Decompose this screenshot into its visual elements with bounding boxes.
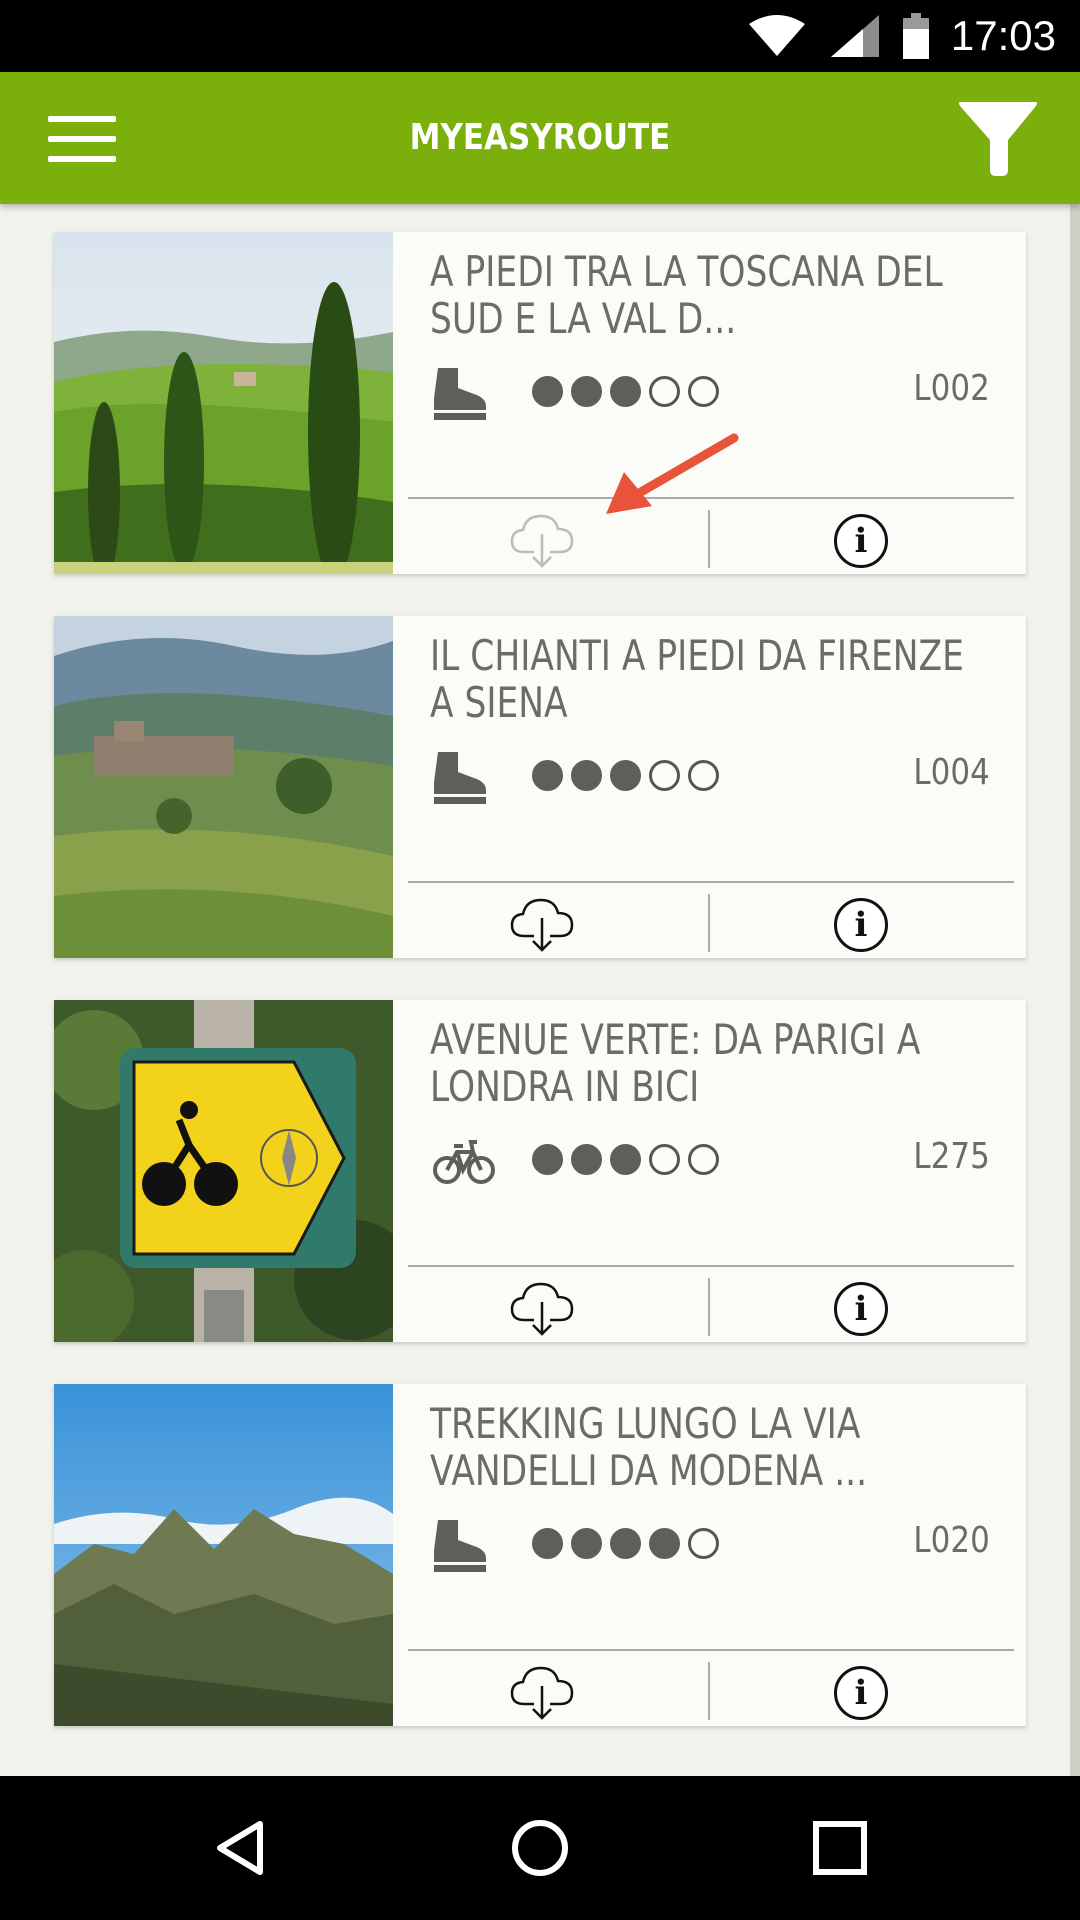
hiking-boot-icon bbox=[434, 1520, 486, 1572]
info-button[interactable]: i bbox=[834, 1282, 888, 1336]
difficulty-dot-empty bbox=[688, 376, 719, 407]
card-divider bbox=[408, 881, 1014, 883]
route-card[interactable]: A PIEDI TRA LA TOSCANA DEL SUD E LA VAL … bbox=[54, 232, 1026, 574]
difficulty-dot-filled bbox=[610, 1144, 641, 1175]
cloud-download-icon[interactable] bbox=[510, 1664, 574, 1720]
route-list[interactable]: A PIEDI TRA LA TOSCANA DEL SUD E LA VAL … bbox=[0, 204, 1080, 1776]
back-icon[interactable] bbox=[212, 1818, 272, 1878]
route-title[interactable]: TREKKING LUNGO LA VIA VANDELLI DA MODENA… bbox=[430, 1400, 996, 1494]
difficulty-rating bbox=[532, 376, 719, 407]
route-code: L004 bbox=[913, 752, 990, 793]
difficulty-dot-filled bbox=[532, 376, 563, 407]
app-bar: MYEASYROUTE bbox=[0, 72, 1080, 204]
card-divider bbox=[408, 1265, 1014, 1267]
difficulty-dot-filled bbox=[649, 1528, 680, 1559]
info-button[interactable]: i bbox=[834, 1666, 888, 1720]
hiking-boot-icon bbox=[434, 368, 486, 420]
difficulty-dot-filled bbox=[610, 1528, 641, 1559]
difficulty-rating bbox=[532, 1528, 719, 1559]
info-button[interactable]: i bbox=[834, 898, 888, 952]
route-title[interactable]: AVENUE VERTE: DA PARIGI A LONDRA IN BICI bbox=[430, 1016, 996, 1110]
wifi-icon bbox=[748, 15, 805, 56]
difficulty-dot-filled bbox=[610, 760, 641, 791]
difficulty-rating bbox=[532, 1144, 719, 1175]
filter-icon[interactable] bbox=[958, 100, 1038, 180]
status-time: 17:03 bbox=[950, 12, 1056, 59]
annotation-arrow-icon bbox=[606, 433, 739, 514]
card-divider bbox=[408, 1649, 1014, 1651]
route-card[interactable]: AVENUE VERTE: DA PARIGI A LONDRA IN BICI… bbox=[54, 1000, 1026, 1342]
cloud-download-icon[interactable] bbox=[510, 896, 574, 952]
difficulty-rating bbox=[532, 760, 719, 791]
action-separator bbox=[708, 1278, 710, 1336]
navigation-bar bbox=[0, 1776, 1080, 1920]
difficulty-dot-filled bbox=[532, 1528, 563, 1559]
action-separator bbox=[708, 894, 710, 952]
difficulty-dot-empty bbox=[649, 376, 680, 407]
difficulty-dot-empty bbox=[688, 1144, 719, 1175]
difficulty-dot-empty bbox=[688, 760, 719, 791]
route-thumbnail-tuscany[interactable] bbox=[54, 232, 393, 574]
bicycle-icon bbox=[433, 1140, 495, 1184]
recents-icon[interactable] bbox=[810, 1818, 870, 1878]
cloud-download-icon[interactable] bbox=[510, 1280, 574, 1336]
cellular-signal-icon bbox=[830, 15, 879, 57]
route-code: L002 bbox=[913, 368, 990, 409]
app-title: MYEASYROUTE bbox=[409, 117, 671, 158]
hiking-boot-icon bbox=[434, 752, 486, 804]
difficulty-dot-filled bbox=[610, 376, 641, 407]
route-thumbnail-chianti[interactable] bbox=[54, 616, 393, 958]
route-code: L020 bbox=[913, 1520, 990, 1561]
difficulty-dot-empty bbox=[649, 760, 680, 791]
cloud-download-icon[interactable] bbox=[510, 512, 574, 568]
difficulty-dot-filled bbox=[532, 760, 563, 791]
route-title[interactable]: A PIEDI TRA LA TOSCANA DEL SUD E LA VAL … bbox=[430, 248, 996, 342]
route-thumbnail-via-vandelli[interactable] bbox=[54, 1384, 393, 1726]
difficulty-dot-filled bbox=[571, 376, 602, 407]
difficulty-dot-filled bbox=[532, 1144, 563, 1175]
battery-icon bbox=[902, 13, 929, 59]
difficulty-dot-filled bbox=[571, 1144, 602, 1175]
route-card[interactable]: IL CHIANTI A PIEDI DA FIRENZE A SIENA L0… bbox=[54, 616, 1026, 958]
info-button[interactable]: i bbox=[834, 514, 888, 568]
difficulty-dot-empty bbox=[649, 1144, 680, 1175]
route-title[interactable]: IL CHIANTI A PIEDI DA FIRENZE A SIENA bbox=[430, 632, 996, 726]
home-icon[interactable] bbox=[510, 1818, 570, 1878]
scrollbar[interactable] bbox=[1070, 204, 1080, 1776]
difficulty-dot-empty bbox=[688, 1528, 719, 1559]
route-thumbnail-avenue-verte[interactable] bbox=[54, 1000, 393, 1342]
status-bar: 17:03 bbox=[0, 0, 1080, 72]
route-card[interactable]: TREKKING LUNGO LA VIA VANDELLI DA MODENA… bbox=[54, 1384, 1026, 1726]
route-code: L275 bbox=[913, 1136, 990, 1177]
difficulty-dot-filled bbox=[571, 760, 602, 791]
action-separator bbox=[708, 1662, 710, 1720]
difficulty-dot-filled bbox=[571, 1528, 602, 1559]
